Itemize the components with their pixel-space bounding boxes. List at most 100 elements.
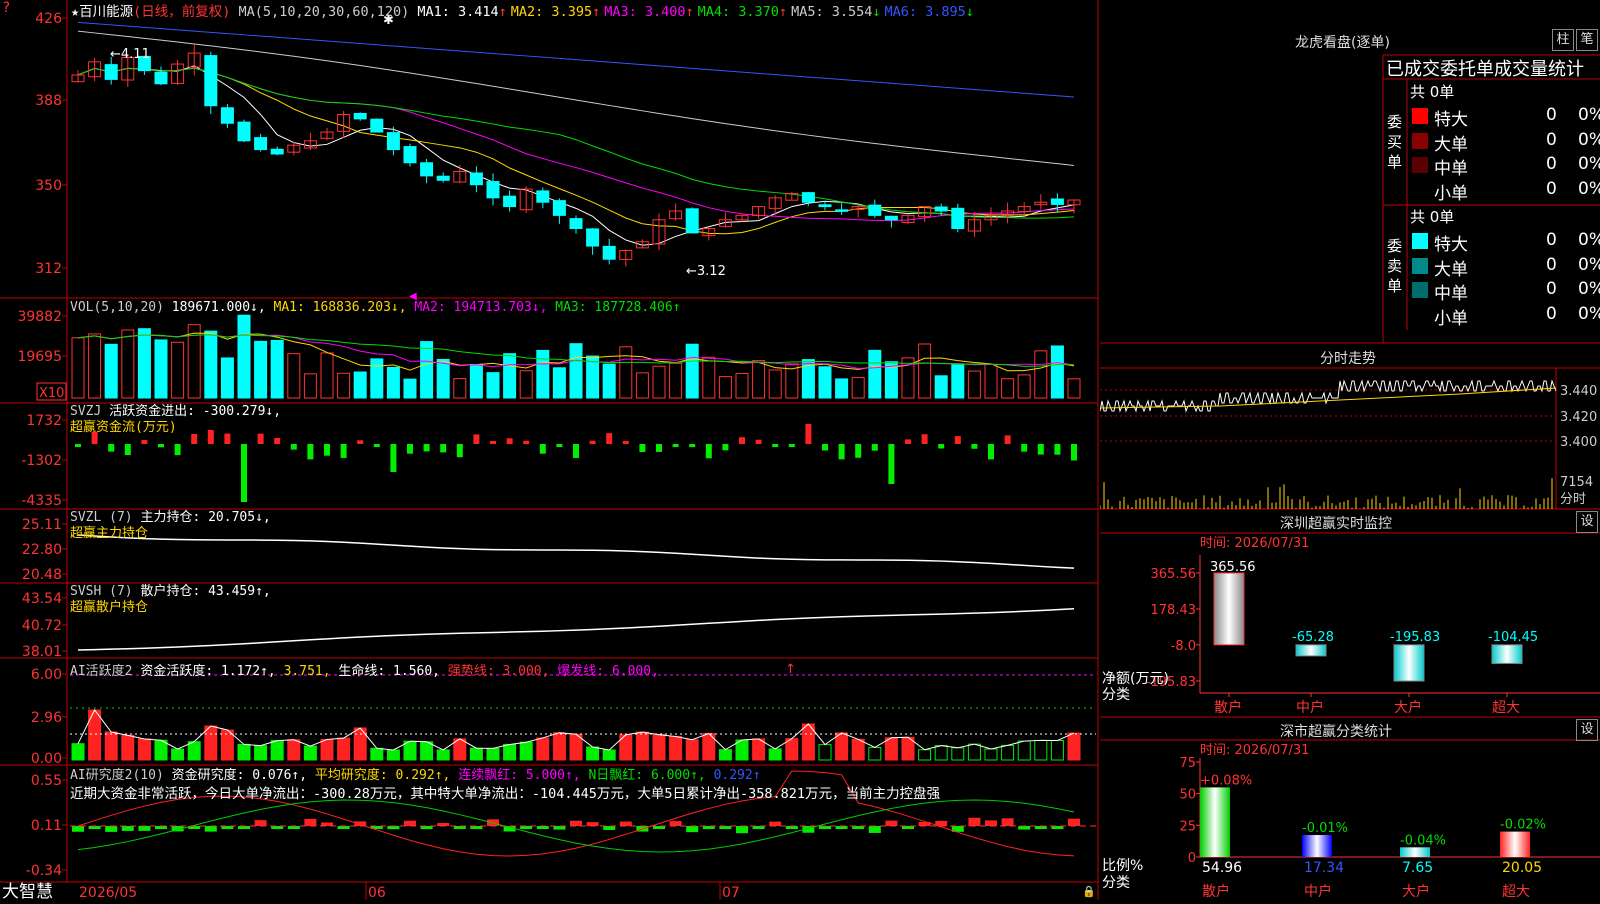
activity-bar (1017, 740, 1031, 761)
candle-body[interactable] (934, 206, 948, 212)
candle-body[interactable] (254, 137, 268, 151)
activity-bar (586, 746, 600, 761)
monitor-category-label: 大户 (1394, 699, 1422, 716)
svzl-axis-label: 20.48 (22, 567, 62, 583)
candle-body[interactable] (602, 245, 616, 260)
research-bar (736, 826, 748, 834)
candle-body[interactable] (104, 64, 118, 80)
ai-research-p2: 平均研究度: 0.292↑, (314, 768, 451, 783)
classify-axis-label: 75 (1179, 756, 1196, 771)
svzl-header: SVZL (7) 主力持仓: 20.705↓, 超赢主力持仓 (70, 510, 271, 542)
capital-flow-bar (656, 444, 662, 452)
capital-flow-bar (755, 439, 762, 444)
candle-body[interactable] (536, 190, 550, 203)
stock-title[interactable]: 百川能源 (79, 4, 133, 20)
buy-row: 大单 0 0% (1410, 130, 1600, 155)
capital-flow-bar (921, 434, 928, 444)
activity-bar (121, 734, 135, 761)
candle-body[interactable] (436, 175, 450, 181)
candle-body[interactable] (403, 146, 417, 164)
candle-body[interactable] (685, 208, 699, 234)
capital-flow-bar (722, 444, 729, 451)
candle-body[interactable] (552, 200, 566, 216)
candle-body[interactable] (818, 204, 832, 208)
sell-total: 共 0单 (1410, 208, 1455, 226)
research-bar (72, 826, 84, 832)
ma-item-3: MA3: 3.400 (604, 4, 686, 20)
ma-arrow-4: ↑ (778, 4, 788, 20)
candle-body[interactable] (884, 215, 898, 221)
ai-research-axis-label: 0.55 (31, 773, 62, 789)
research-bar (1018, 826, 1031, 830)
vol-value: 189671.000↓, (171, 300, 266, 315)
price-axis-label: 350 (35, 178, 62, 194)
candle-body[interactable] (868, 204, 882, 216)
price-axis-label: 426 (35, 11, 62, 27)
intraday-chart[interactable]: 3.440 3.420 3.400 7154 分时 (1100, 368, 1600, 509)
research-bar (868, 826, 881, 833)
buy-row-label: 特大 (1434, 110, 1468, 130)
classify-settings-button[interactable]: 设 (1576, 719, 1598, 741)
research-bar (686, 826, 699, 833)
capital-flow-bar (589, 440, 596, 444)
monitor-bar (1295, 644, 1327, 657)
candle-body[interactable] (237, 121, 251, 142)
main-chart-area[interactable]: 426 388 350 312 39882 19695 1732 -1302 -… (0, 0, 1100, 902)
candle-body[interactable] (951, 207, 965, 230)
buy-rows: 特大 0 0% 大单 0 0% 中单 0 0% 小单 0 0% (1410, 105, 1600, 204)
activity-bar (337, 737, 351, 761)
volume-bar (386, 366, 400, 399)
candle-body[interactable] (270, 148, 284, 155)
activity-bar (868, 746, 882, 761)
candle-body[interactable] (204, 55, 218, 107)
buy-row-count: 0 (1546, 154, 1557, 174)
activity-bar (918, 749, 932, 761)
candle-body[interactable] (1050, 198, 1064, 205)
candle-body[interactable] (353, 112, 367, 120)
ai-research-summary: 近期大资金非常活跃，今日大单净流出：-300.28万元，其中特大单净流出：-10… (70, 786, 941, 802)
candle-body[interactable] (154, 71, 168, 85)
volume-bar (254, 340, 268, 399)
candle-body[interactable] (835, 209, 849, 212)
candle-body[interactable] (220, 107, 234, 124)
sell-row: 特大 0 0% (1410, 230, 1600, 255)
candle-body[interactable] (586, 228, 600, 247)
classify-change-label: -0.02% (1500, 818, 1546, 833)
kline-chart[interactable]: 426 388 350 312 39882 19695 1732 -1302 -… (0, 0, 1100, 902)
research-bar (304, 818, 317, 826)
settings-icon[interactable]: ? (2, 0, 10, 16)
capital-flow-bar (124, 444, 131, 456)
research-bar (1068, 818, 1080, 826)
candle-body[interactable] (469, 172, 483, 186)
candle-body[interactable] (486, 181, 500, 199)
bar-mode-button[interactable]: 柱 (1552, 29, 1574, 51)
volume-bar (918, 343, 932, 399)
color-swatch (1412, 233, 1428, 249)
candle-body[interactable] (801, 192, 815, 203)
ai-research-p5: 0.292↑ (713, 768, 761, 783)
volume-bar (818, 366, 832, 399)
volume-bar (71, 337, 85, 399)
sell-row-label: 小单 (1434, 308, 1468, 329)
buy-row: 中单 0 0% (1410, 154, 1600, 179)
monitor-settings-button[interactable]: 设 (1576, 511, 1598, 533)
monitor-chart: 时间: 2026/07/31 365.56 178.43 -8.0 -195.83 365… (1102, 536, 1600, 716)
pen-mode-button[interactable]: 笔 (1576, 29, 1598, 51)
volume-bar (835, 378, 849, 399)
volume-bar (237, 314, 251, 399)
intraday-vol-label: 7154 (1560, 475, 1593, 490)
monitor-bar (1213, 572, 1245, 646)
candle-body[interactable] (370, 118, 384, 133)
buy-total: 共 0单 (1410, 83, 1455, 101)
candle-body[interactable] (503, 195, 517, 208)
candle-body[interactable] (420, 162, 434, 177)
lock-icon[interactable]: 🔒 (1082, 885, 1096, 898)
period-label[interactable]: (日线，前复权) (133, 4, 230, 20)
candle-body[interactable] (569, 218, 583, 230)
capital-flow-bar (407, 444, 413, 454)
activity-bar (1034, 739, 1048, 761)
monitor-bar-label: -195.83 (1390, 630, 1440, 645)
activity-bar (602, 749, 616, 761)
activity-bar (303, 745, 317, 761)
candle-body[interactable] (386, 132, 400, 151)
